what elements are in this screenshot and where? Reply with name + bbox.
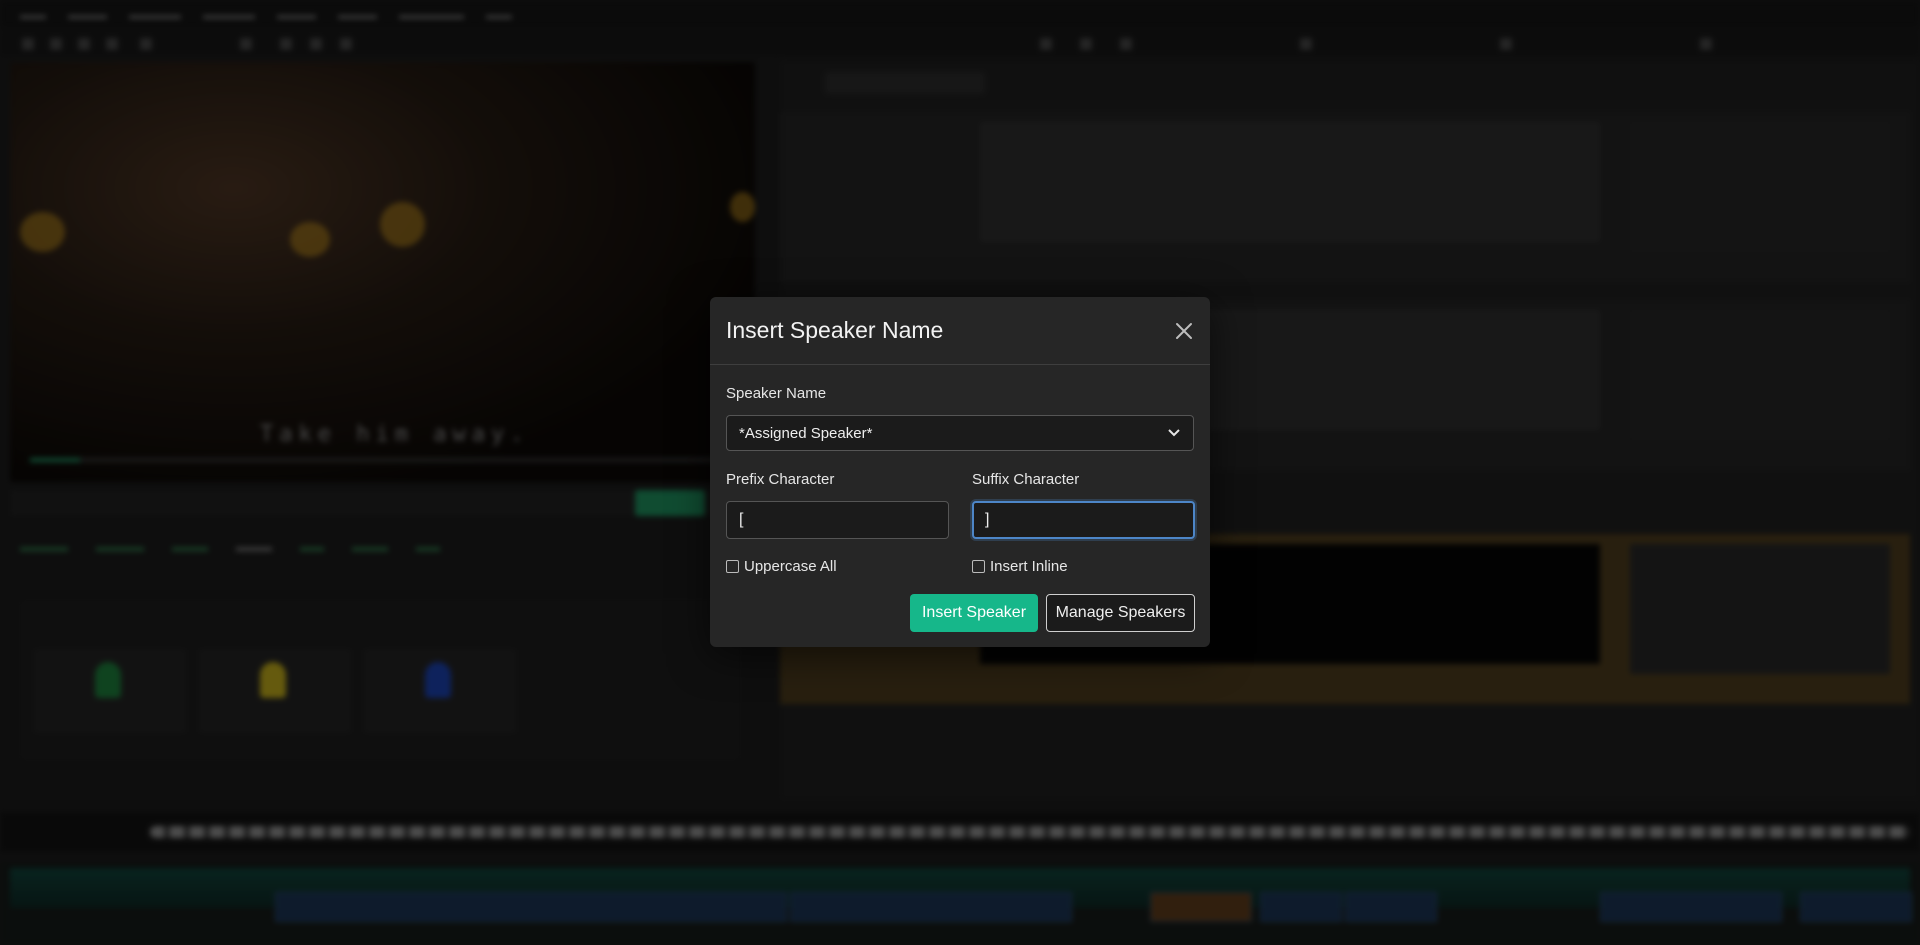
uppercase-all-checkbox[interactable]: Uppercase All — [726, 558, 837, 575]
suffix-input[interactable] — [972, 501, 1195, 539]
insert-speaker-button[interactable]: Insert Speaker — [910, 594, 1038, 632]
close-icon — [1176, 323, 1192, 339]
manage-speakers-button[interactable]: Manage Speakers — [1046, 594, 1195, 632]
dialog-title: Insert Speaker Name — [726, 317, 944, 343]
speaker-name-select[interactable]: *Assigned Speaker* — [726, 415, 1194, 451]
insert-inline-label: Insert Inline — [990, 558, 1068, 575]
suffix-label: Suffix Character — [972, 471, 1080, 488]
close-button[interactable] — [1172, 319, 1196, 343]
insert-speaker-dialog: Insert Speaker Name Speaker Name *Assign… — [710, 297, 1210, 647]
chevron-down-icon — [1168, 429, 1180, 437]
speaker-name-label: Speaker Name — [726, 385, 827, 402]
uppercase-all-label: Uppercase All — [744, 558, 837, 575]
checkbox-box[interactable] — [726, 560, 739, 573]
insert-inline-checkbox[interactable]: Insert Inline — [972, 558, 1068, 575]
checkbox-box[interactable] — [972, 560, 985, 573]
prefix-label: Prefix Character — [726, 471, 835, 488]
dialog-header: Insert Speaker Name — [710, 297, 1210, 365]
prefix-input[interactable] — [726, 501, 949, 539]
speaker-name-value: *Assigned Speaker* — [739, 425, 873, 442]
